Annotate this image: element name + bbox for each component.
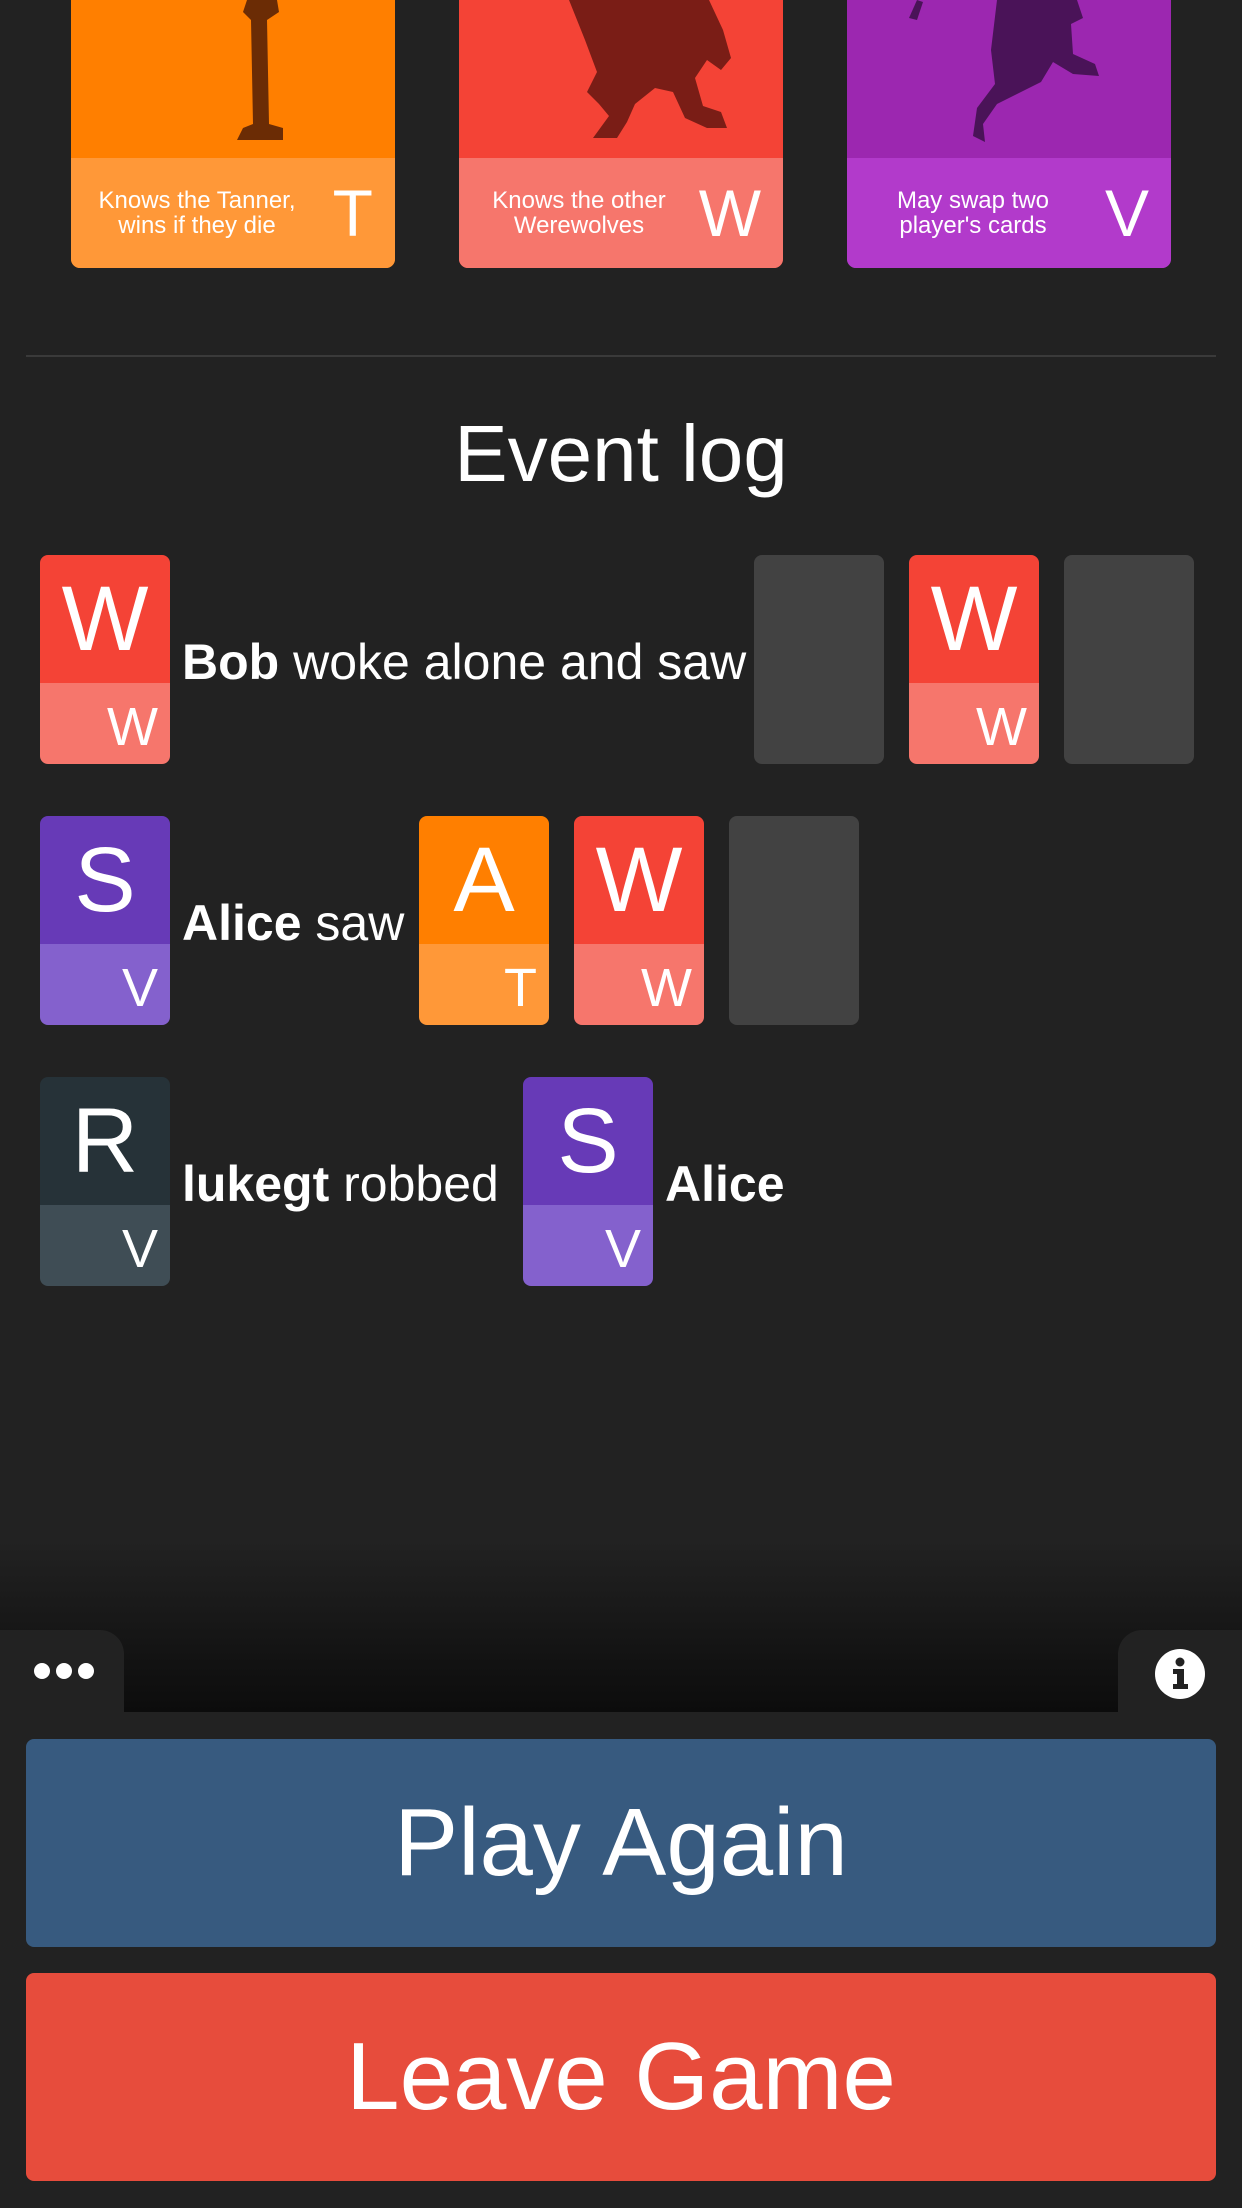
actor-card[interactable]: R V — [40, 1077, 170, 1286]
actor-name: lukegt — [182, 1156, 330, 1212]
target-player-name: Alice — [665, 1156, 785, 1212]
role-card-team-letter: V — [1104, 176, 1149, 250]
seen-card[interactable]: W W — [909, 555, 1039, 764]
card-team-letter: W — [107, 697, 158, 757]
card-role-letter: S — [40, 816, 170, 944]
role-card-werewolf[interactable]: Knows the other Werewolves W — [459, 0, 783, 268]
actor-name: Bob — [182, 634, 280, 690]
play-again-button[interactable]: Play Again — [26, 1739, 1216, 1947]
card-team-letter: W — [641, 958, 692, 1018]
hidden-card[interactable] — [754, 555, 884, 764]
role-card-description: Knows the other Werewolves — [492, 187, 666, 239]
action-text: saw — [315, 895, 405, 951]
bottom-fade — [0, 1540, 1242, 1712]
card-role-letter: W — [909, 555, 1039, 683]
role-card-description: May swap two player's cards — [896, 187, 1050, 239]
card-role-letter: S — [523, 1077, 653, 1205]
seen-card[interactable]: W W — [574, 816, 704, 1025]
role-card-team-letter: W — [698, 176, 761, 250]
minion-silhouette — [71, 0, 395, 158]
target-name: Alice — [665, 1154, 785, 1214]
info-circle-icon[interactable] — [1155, 1649, 1205, 1699]
card-team-letter: T — [504, 958, 537, 1018]
troublemaker-silhouette — [847, 0, 1171, 158]
card-role-letter: W — [574, 816, 704, 944]
actor-card[interactable]: S V — [40, 816, 170, 1025]
hidden-card[interactable] — [729, 816, 859, 1025]
event-log-entry-text: Alice saw — [182, 893, 404, 953]
actor-name: Alice — [182, 895, 302, 951]
event-log-entry-text: lukegt robbed — [182, 1154, 499, 1214]
card-role-letter: A — [419, 816, 549, 944]
werewolf-silhouette — [459, 0, 783, 158]
role-card-troublemaker[interactable]: May swap two player's cards V — [847, 0, 1171, 268]
event-log-title: Event log — [454, 409, 788, 498]
actor-card[interactable]: W W — [40, 555, 170, 764]
card-team-letter: W — [976, 697, 1027, 757]
action-text: robbed — [343, 1156, 499, 1212]
event-log-entry-text: Bob woke alone and saw — [182, 632, 746, 692]
card-team-letter: V — [604, 1219, 641, 1279]
more-dots-icon[interactable] — [34, 1660, 94, 1682]
role-card-minion[interactable]: Knows the Tanner, wins if they die T — [71, 0, 395, 268]
seen-card[interactable]: A T — [419, 816, 549, 1025]
leave-game-button[interactable]: Leave Game — [26, 1973, 1216, 2181]
role-card-team-letter: T — [332, 176, 373, 250]
card-team-letter: V — [121, 958, 158, 1018]
section-divider — [26, 355, 1216, 357]
target-card[interactable]: S V — [523, 1077, 653, 1286]
role-card-description: Knows the Tanner, wins if they die — [98, 187, 296, 239]
card-role-letter: R — [40, 1077, 170, 1205]
action-text: woke alone and saw — [293, 634, 747, 690]
card-team-letter: V — [121, 1219, 158, 1279]
card-role-letter: W — [40, 555, 170, 683]
hidden-card[interactable] — [1064, 555, 1194, 764]
